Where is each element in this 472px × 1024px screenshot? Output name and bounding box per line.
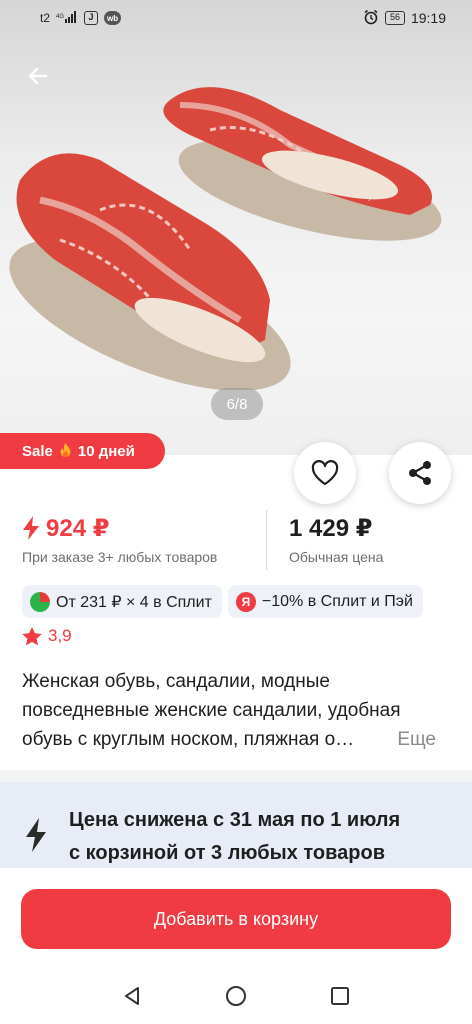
- more-link[interactable]: Еще: [393, 725, 436, 754]
- back-button[interactable]: [18, 56, 58, 96]
- yandex-icon: Я: [235, 591, 256, 612]
- fire-icon: [60, 443, 71, 457]
- system-nav-bar: [0, 968, 472, 1024]
- split-icon: [30, 591, 50, 612]
- network-type: 4G: [56, 14, 64, 20]
- sale-duration: 10 дней: [77, 442, 135, 460]
- wb-notification-icon: wb: [104, 11, 122, 25]
- share-button[interactable]: [389, 442, 451, 504]
- clock: 19:19: [410, 10, 446, 26]
- promo-line-1: Цена снижена с 31 мая по 1 июля: [69, 809, 401, 831]
- product-photo: [9, 87, 442, 390]
- circle-home-icon: [226, 986, 246, 1006]
- image-counter: 6/8: [211, 388, 263, 420]
- rating-value: 3,9: [48, 626, 72, 645]
- arrow-left-icon: [28, 67, 48, 85]
- split-chip-label: От 231 ₽ × 4 в Сплит: [56, 593, 212, 611]
- add-to-cart-button[interactable]: Добавить в корзину: [21, 889, 451, 949]
- description-text: Женская обувь, сандалии, модные повседне…: [22, 671, 401, 750]
- lightning-icon: [26, 818, 46, 852]
- app-notification-icon: J: [84, 11, 99, 25]
- share-icon: [409, 461, 431, 485]
- rating[interactable]: 3,9: [22, 626, 72, 646]
- sale-badge: Sale 10 дней: [0, 433, 165, 469]
- lightning-icon: [23, 516, 39, 540]
- promo-price-value: 924 ₽: [46, 514, 110, 542]
- carrier-label: t2: [40, 11, 51, 25]
- price-block: 924 ₽ При заказе 3+ любых товаров 1 429 …: [22, 510, 452, 570]
- cta-area: Добавить в корзину: [0, 868, 472, 968]
- sale-label: Sale: [22, 442, 53, 460]
- battery-icon: 56: [384, 11, 405, 25]
- status-left: t2 4G J wb: [40, 10, 122, 26]
- nav-back-button[interactable]: [112, 976, 152, 1016]
- pay-chip[interactable]: Я −10% в Сплит и Пэй: [227, 585, 423, 618]
- square-recents-icon: [331, 987, 349, 1005]
- status-bar: t2 4G J wb 56 19:19: [0, 0, 472, 36]
- product-gallery[interactable]: 6/8: [0, 0, 472, 455]
- promo-price-column: 924 ₽ При заказе 3+ любых товаров: [22, 510, 267, 570]
- promo-price-caption: При заказе 3+ любых товаров: [22, 549, 218, 565]
- favorite-button[interactable]: [294, 442, 356, 504]
- status-right: 56 19:19: [363, 9, 446, 28]
- split-chip[interactable]: От 231 ₽ × 4 в Сплит: [22, 585, 222, 618]
- promo-line-2: с корзиной от 3 любых товаров: [69, 842, 385, 864]
- star-icon: [22, 626, 42, 645]
- section-divider: [0, 770, 472, 782]
- signal-icon: 4G: [56, 10, 78, 26]
- regular-price-caption: Обычная цена: [289, 549, 384, 565]
- regular-price-value: 1 429 ₽: [289, 514, 373, 542]
- alarm-icon: [363, 9, 379, 28]
- pay-chip-label: −10% в Сплит и Пэй: [261, 592, 413, 610]
- promo-banner[interactable]: Цена снижена с 31 мая по 1 июля с корзин…: [0, 782, 472, 868]
- heart-icon: [311, 460, 339, 486]
- promo-price: 924 ₽: [22, 510, 266, 546]
- payment-chips: От 231 ₽ × 4 в Сплит Я −10% в Сплит и Пэ…: [22, 585, 423, 618]
- product-description: Женская обувь, сандалии, модные повседне…: [22, 667, 452, 754]
- promo-text: Цена снижена с 31 мая по 1 июля с корзин…: [69, 804, 400, 870]
- nav-recents-button[interactable]: [320, 976, 360, 1016]
- regular-price-column: 1 429 ₽ Обычная цена: [267, 510, 383, 570]
- nav-home-button[interactable]: [216, 976, 256, 1016]
- triangle-back-icon: [125, 987, 139, 1005]
